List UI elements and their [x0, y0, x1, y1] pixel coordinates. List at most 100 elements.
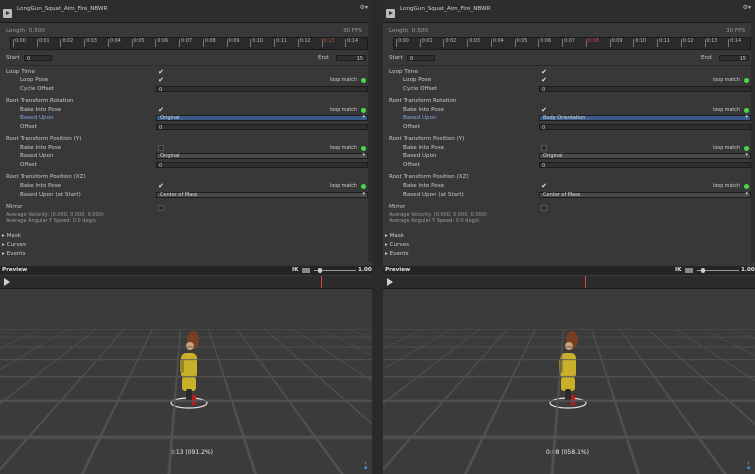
loop-match-label: loop match — [330, 184, 357, 189]
rotation-offset-field[interactable]: 0 — [539, 124, 751, 130]
start-field[interactable]: 0 — [24, 55, 52, 61]
timeline-tick: 0:07 — [179, 39, 192, 47]
timeline-tick: 0:06 — [155, 39, 168, 47]
loop-time-checkbox[interactable]: ✔ — [158, 69, 164, 76]
timeline-tick: 0:09 — [226, 39, 239, 47]
position-y-bake-checkbox[interactable] — [158, 145, 164, 151]
end-label: End — [318, 55, 329, 61]
rotation-based-dropdown[interactable]: Body Orientation — [539, 115, 751, 121]
clip-header: LongGun_Squat_Aim_Fire_NBWR ⚙▾ — [0, 0, 372, 23]
inspector-scrollbar[interactable] — [751, 22, 755, 262]
position-xz-bake-checkbox[interactable]: ✔ — [158, 183, 164, 190]
start-label: Start — [389, 55, 403, 61]
ground-grid — [0, 289, 372, 329]
rotation-offset-field[interactable]: 0 — [156, 124, 368, 130]
speed-slider-thumb[interactable] — [318, 268, 322, 273]
mask-label: Mask — [6, 233, 22, 239]
position-y-bake-checkbox[interactable] — [541, 145, 547, 151]
loop-match-label: loop match — [330, 108, 357, 113]
loop-match-label: loop match — [330, 78, 357, 83]
position-y-based-dropdown[interactable]: Original — [156, 153, 368, 159]
clip-title: LongGun_Squat_Aim_Fire_NBWR — [17, 6, 108, 12]
preview-timeline[interactable] — [383, 276, 755, 289]
length-label: Length — [389, 28, 409, 34]
position-y-based-dropdown[interactable]: Original — [539, 153, 751, 159]
timeline-tick: 0:02 — [60, 39, 73, 47]
events-label: Events — [6, 251, 26, 257]
rotation-based-dropdown[interactable]: Original — [156, 115, 368, 121]
timeline-ruler[interactable]: 0:00 0:01 0:02 0:03 0:04 0:05 0:06 0:07 0:08 0:09… — [393, 37, 751, 50]
cycle-offset-field[interactable]: 0 — [156, 86, 368, 92]
loop-match-indicator — [744, 108, 749, 113]
loop-match-label: loop match — [713, 78, 740, 83]
loop-match-indicator — [361, 146, 366, 151]
preview-label: Preview — [385, 267, 411, 273]
timeline-tick: 0:14 — [345, 39, 358, 47]
play-icon[interactable] — [387, 278, 393, 286]
axis-gizmo-icon: ╻ ▪ — [747, 459, 751, 471]
loop-pose-checkbox[interactable]: ✔ — [541, 77, 547, 84]
mask-foldout[interactable]: ▸ Mask — [385, 233, 404, 240]
preview-timeline[interactable] — [0, 276, 372, 289]
preview-viewport[interactable]: 0:08 (058.1%) ╻ ▪ — [383, 289, 755, 474]
timeline-tick: 0:00 — [13, 39, 26, 47]
start-field[interactable]: 0 — [407, 55, 435, 61]
events-foldout[interactable]: ▸ Events — [385, 251, 409, 258]
curves-label: Curves — [389, 242, 410, 248]
rotation-bake-checkbox[interactable]: ✔ — [158, 107, 164, 114]
events-foldout[interactable]: ▸ Events — [2, 251, 26, 258]
mirror-checkbox[interactable] — [158, 205, 164, 211]
position-y-offset-label: Offset — [20, 162, 37, 168]
timeline-tick: 0:00 — [396, 39, 409, 47]
rotation-header: Root Transform Rotation — [6, 98, 74, 104]
end-label: End — [701, 55, 712, 61]
character-model — [549, 331, 587, 409]
position-xz-based-dropdown[interactable]: Center of Mass — [156, 192, 368, 198]
mask-label: Mask — [389, 233, 405, 239]
gear-icon[interactable]: ⚙▾ — [743, 4, 751, 11]
position-xz-bake-checkbox[interactable]: ✔ — [541, 183, 547, 190]
rotation-header: Root Transform Rotation — [389, 98, 457, 104]
start-label: Start — [6, 55, 20, 61]
curves-foldout[interactable]: ▸ Curves — [385, 242, 409, 249]
timeline-ruler[interactable]: 0:00 0:01 0:02 0:03 0:04 0:05 0:06 0:07 0:08 0:09… — [10, 37, 368, 50]
position-y-bake-label: Bake Into Pose — [403, 145, 445, 151]
position-y-based-label: Based Upon — [20, 153, 54, 159]
position-xz-bake-label: Bake Into Pose — [403, 183, 445, 189]
rotation-bake-label: Bake Into Pose — [20, 107, 62, 113]
position-xz-based-dropdown[interactable]: Center of Mass — [539, 192, 751, 198]
mirror-label: Mirror — [6, 204, 23, 210]
divider — [389, 65, 751, 66]
timeline-tick: 0:11 — [657, 39, 670, 47]
timeline-tick: 0:13 — [321, 39, 334, 47]
ik-toggle[interactable]: IK — [292, 267, 298, 274]
preview-viewport[interactable]: 0:13 (091.2%) ╻ ▪ — [0, 289, 372, 474]
mirror-checkbox[interactable] — [541, 205, 547, 211]
playhead-marker[interactable] — [584, 276, 586, 288]
panel-divider — [372, 0, 383, 474]
avatar-icon[interactable] — [685, 268, 693, 273]
curves-foldout[interactable]: ▸ Curves — [2, 242, 26, 249]
ik-toggle[interactable]: IK — [675, 267, 681, 274]
playhead-marker[interactable] — [320, 276, 322, 288]
end-field[interactable]: 15 — [336, 55, 366, 61]
position-y-bake-label: Bake Into Pose — [20, 145, 62, 151]
avatar-icon[interactable] — [302, 268, 310, 273]
cycle-offset-field[interactable]: 0 — [539, 86, 751, 92]
average-angular-speed: Average Angular Y Speed: 0.0 deg/s — [6, 218, 96, 224]
end-field[interactable]: 15 — [719, 55, 749, 61]
loop-pose-checkbox[interactable]: ✔ — [158, 77, 164, 84]
speed-slider-thumb[interactable] — [701, 268, 705, 273]
loop-time-checkbox[interactable]: ✔ — [541, 69, 547, 76]
position-y-offset-field[interactable]: 0 — [156, 162, 368, 168]
mask-foldout[interactable]: ▸ Mask — [2, 233, 21, 240]
length-row: Length 0.500 — [6, 28, 45, 35]
rotation-bake-checkbox[interactable]: ✔ — [541, 107, 547, 114]
length-label: Length — [6, 28, 26, 34]
loop-pose-label: Loop Pose — [20, 77, 49, 83]
loop-match-indicator — [361, 108, 366, 113]
position-y-offset-field[interactable]: 0 — [539, 162, 751, 168]
play-icon[interactable] — [4, 278, 10, 286]
timeline-tick: 0:02 — [443, 39, 456, 47]
gear-icon[interactable]: ⚙▾ — [360, 4, 368, 11]
